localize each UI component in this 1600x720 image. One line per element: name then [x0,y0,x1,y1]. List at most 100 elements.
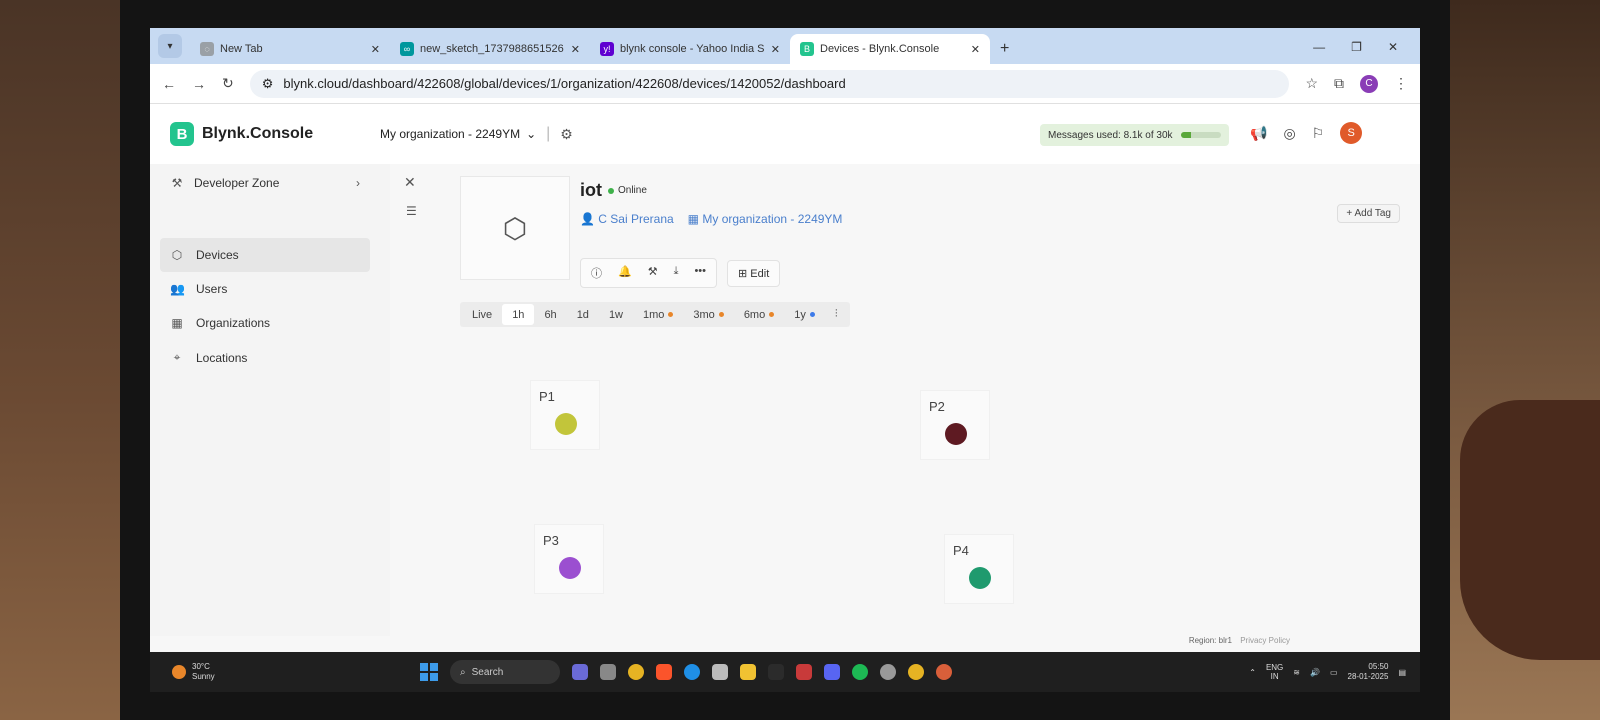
help-lifebuoy-icon[interactable]: ◎ [1283,125,1295,142]
time-range-1d[interactable]: 1d [567,304,599,325]
brave-icon[interactable] [656,664,672,680]
extensions-icon[interactable]: ⧉ [1334,75,1344,92]
organization-dropdown[interactable]: My organization - 2249YM ⌄ [380,127,536,141]
bookmark-star-icon[interactable]: ☆ [1305,75,1318,92]
discord-icon[interactable] [824,664,840,680]
developer-tools-icon[interactable]: ⚒ [648,265,658,281]
device-owner-link[interactable]: 👤 C Sai Prerana [580,212,674,226]
task-view-icon[interactable] [600,664,616,680]
close-tab-icon[interactable]: ✕ [771,43,780,56]
led-indicator [945,423,967,445]
chrome-icon[interactable] [628,664,644,680]
new-tab-button[interactable]: + [1000,40,1009,58]
profile-avatar[interactable]: C [1360,74,1378,93]
sidebar-item-developer-zone[interactable]: ⚒ Developer Zone › [150,164,380,202]
weather-widget[interactable]: 30°C Sunny [150,662,420,682]
sidebar-item-users[interactable]: 👥 Users [150,272,380,306]
announcements-megaphone-icon[interactable]: 📢 [1250,125,1267,142]
time-range-label: 6mo [743,308,766,321]
brand[interactable]: B Blynk.Console [150,122,370,146]
browser-tab[interactable]: ∞ new_sketch_1737988651526 -... ✕ [390,34,590,64]
laptop-screen: ▾ ◌ New Tab ✕ ∞ new_sketch_1737988651526… [150,28,1420,692]
restore-icon[interactable]: ❐ [1351,40,1362,54]
time-range-1y[interactable]: 1y [784,304,825,325]
sidebar-item-organizations[interactable]: ▦ Organizations [150,306,380,340]
widget-label: P1 [539,389,555,404]
battery-icon[interactable]: ▭ [1330,668,1338,677]
time-range-3mo[interactable]: 3mo [683,304,733,325]
led-widget-p1[interactable]: P1 [530,380,600,450]
volume-icon[interactable]: 🔊 [1310,668,1320,677]
time-range-1h[interactable]: 1h [502,304,535,325]
led-widget-p4[interactable]: P4 [944,534,1014,604]
back-arrow-icon[interactable]: ← [162,76,176,92]
reload-icon[interactable]: ↻ [222,75,234,92]
notifications-icon[interactable]: ⚐ [1312,125,1325,142]
weather-condition-text: Sunny [192,672,215,681]
wifi-icon[interactable]: ≋ [1293,668,1300,677]
file-explorer-icon[interactable] [740,664,756,680]
windows-start-icon[interactable] [420,663,438,681]
chrome-profile-icon[interactable] [936,664,952,680]
time-range-6h[interactable]: 6h [534,304,566,325]
browser-tab-active[interactable]: B Devices - Blynk.Console ✕ [790,34,990,64]
sidebar-item-devices[interactable]: ⬡ Devices [160,238,370,272]
browser-tab[interactable]: y! blynk console - Yahoo India Se... ✕ [590,34,790,64]
download-icon[interactable]: ⤓ [674,265,679,281]
close-panel-icon[interactable]: ✕ [404,174,416,191]
forward-arrow-icon[interactable]: → [192,76,206,92]
notifications-icon[interactable]: ▤ [1398,668,1406,677]
add-tag-button[interactable]: + Add Tag [1337,204,1400,223]
url-text: blynk.cloud/dashboard/422608/global/devi… [283,76,846,91]
edge-icon[interactable] [684,664,700,680]
language-indicator[interactable]: ENG IN [1266,663,1283,681]
sidebar: ⚒ Developer Zone › ⬡ Devices 👥 Users ▦ O… [150,164,380,636]
url-field[interactable]: ⚙ blynk.cloud/dashboard/422608/global/de… [249,69,1290,98]
close-window-icon[interactable]: ✕ [1388,40,1398,54]
edit-dashboard-button[interactable]: ⊞ Edit [727,259,781,287]
clock[interactable]: 05:50 28-01-2025 [1348,662,1389,682]
sidebar-item-label: Users [196,282,228,296]
messages-used-indicator[interactable]: Messages used: 8.1k of 30k [1040,124,1229,146]
browser-menu-icon[interactable]: ⋮ [1394,75,1408,92]
cube-icon: ⬡ [502,212,528,244]
store-icon[interactable] [712,664,728,680]
time-range-1mo[interactable]: 1mo [633,304,683,325]
user-avatar[interactable]: S [1340,122,1363,144]
time-range-1w[interactable]: 1w [599,304,633,325]
custom-range-filter-icon[interactable]: ⫶ [825,304,848,325]
close-tab-icon[interactable]: ✕ [371,43,380,56]
site-info-icon[interactable]: ⚙ [262,76,274,92]
led-widget-p2[interactable]: P2 [920,390,990,460]
settings-gear-icon[interactable]: ⚙ [560,126,573,143]
taskbar-search[interactable]: ⌕ Search [450,660,560,684]
system-tray: ⌃ ENG IN ≋ 🔊 ▭ 05:50 28-01-2025 ▤ [1249,662,1420,682]
notifications-bell-icon[interactable]: 🔔 [618,265,632,281]
time-range-6mo[interactable]: 6mo [734,304,784,325]
app-icon[interactable] [768,664,784,680]
divider: | [546,125,551,142]
device-organization-link[interactable]: ▦ My organization - 2249YM [688,212,843,226]
close-tab-icon[interactable]: ✕ [971,43,980,56]
chrome-profile-icon[interactable] [908,664,924,680]
close-tab-icon[interactable]: ✕ [571,43,580,56]
more-options-icon[interactable]: ••• [694,265,706,281]
info-icon[interactable]: ⓘ [591,265,602,281]
led-indicator [559,557,581,579]
tab-search-button[interactable]: ▾ [158,34,182,58]
menu-lines-icon[interactable]: ☰ [406,204,417,218]
tab-title: new_sketch_1737988651526 -... [420,43,565,55]
media-player-icon[interactable] [880,664,896,680]
sidebar-item-locations[interactable]: ⌖ Locations [150,340,380,375]
spotify-icon[interactable] [852,664,868,680]
chevron-up-icon[interactable]: ⌃ [1249,668,1256,677]
search-icon: ⌕ [460,666,466,678]
time-range-Live[interactable]: Live [462,304,502,325]
time-range-label: 3mo [693,308,715,321]
widgets-app-icon[interactable] [572,664,588,680]
minimize-icon[interactable]: — [1313,40,1325,54]
led-widget-p3[interactable]: P3 [534,524,604,594]
privacy-policy-link[interactable]: Privacy Policy [1240,636,1290,645]
browser-tab[interactable]: ◌ New Tab ✕ [190,34,390,64]
app-icon[interactable] [796,664,812,680]
